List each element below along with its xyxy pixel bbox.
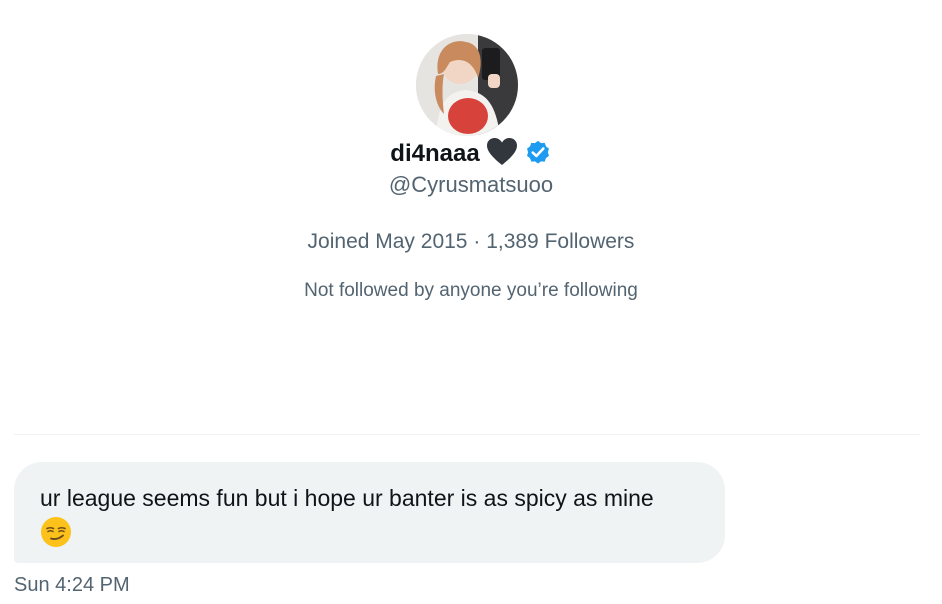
joined-date: Joined May 2015 [307,230,468,253]
profile-handle[interactable]: @Cyrusmatsuoo [0,172,942,198]
followers-count[interactable]: 1,389 Followers [486,230,634,253]
display-name-row: di4naaa [0,136,942,172]
divider [14,434,920,435]
mutual-followers-note: Not followed by anyone you’re following [304,280,638,301]
meta-separator: · [473,230,481,253]
display-name[interactable]: di4naaa [390,140,479,168]
message-text: ur league seems fun but i hope ur banter… [40,485,654,511]
black-heart-icon [486,137,518,172]
message-timestamp: Sun 4:24 PM [14,574,130,596]
avatar[interactable] [416,34,518,136]
avatar-image [416,34,518,136]
smirking-face-icon [40,516,700,556]
profile-meta: Joined May 2015 · 1,389 Followers [0,230,942,254]
message-bubble[interactable]: ur league seems fun but i hope ur banter… [14,462,725,563]
verified-badge-icon[interactable] [524,138,552,171]
